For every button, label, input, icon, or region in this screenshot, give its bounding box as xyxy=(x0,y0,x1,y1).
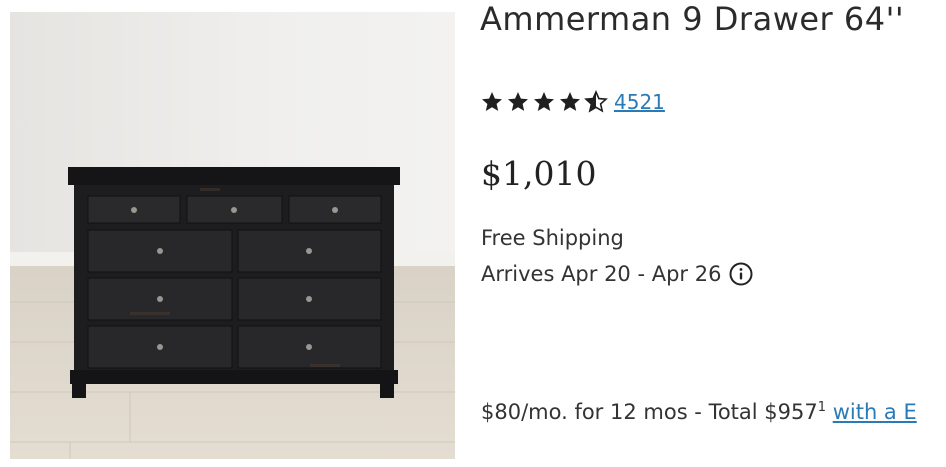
shipping-text: Free Shipping xyxy=(481,226,624,250)
financing-text-row: $80/mo. for 12 mos - Total $9571 with a … xyxy=(481,400,917,424)
rating-row: 4521 xyxy=(480,88,665,116)
arrival-text: Arrives Apr 20 - Apr 26 xyxy=(481,262,722,286)
product-title: Ammerman 9 Drawer 64'' xyxy=(480,0,905,38)
product-image[interactable] xyxy=(10,12,455,459)
rating-stars xyxy=(480,90,610,114)
star-half-icon xyxy=(584,90,608,114)
financing-footnote: 1 xyxy=(817,400,827,415)
financing-link[interactable]: with a E xyxy=(833,400,917,424)
star-full-icon xyxy=(480,90,504,114)
arrival-row: Arrives Apr 20 - Apr 26 xyxy=(481,262,753,286)
star-full-icon xyxy=(532,90,556,114)
star-full-icon xyxy=(506,90,530,114)
info-icon[interactable] xyxy=(729,262,753,286)
product-price: $1,010 xyxy=(481,154,597,193)
review-count-link[interactable]: 4521 xyxy=(614,90,665,114)
financing-text: $80/mo. for 12 mos - Total $957 xyxy=(481,400,818,424)
star-full-icon xyxy=(558,90,582,114)
